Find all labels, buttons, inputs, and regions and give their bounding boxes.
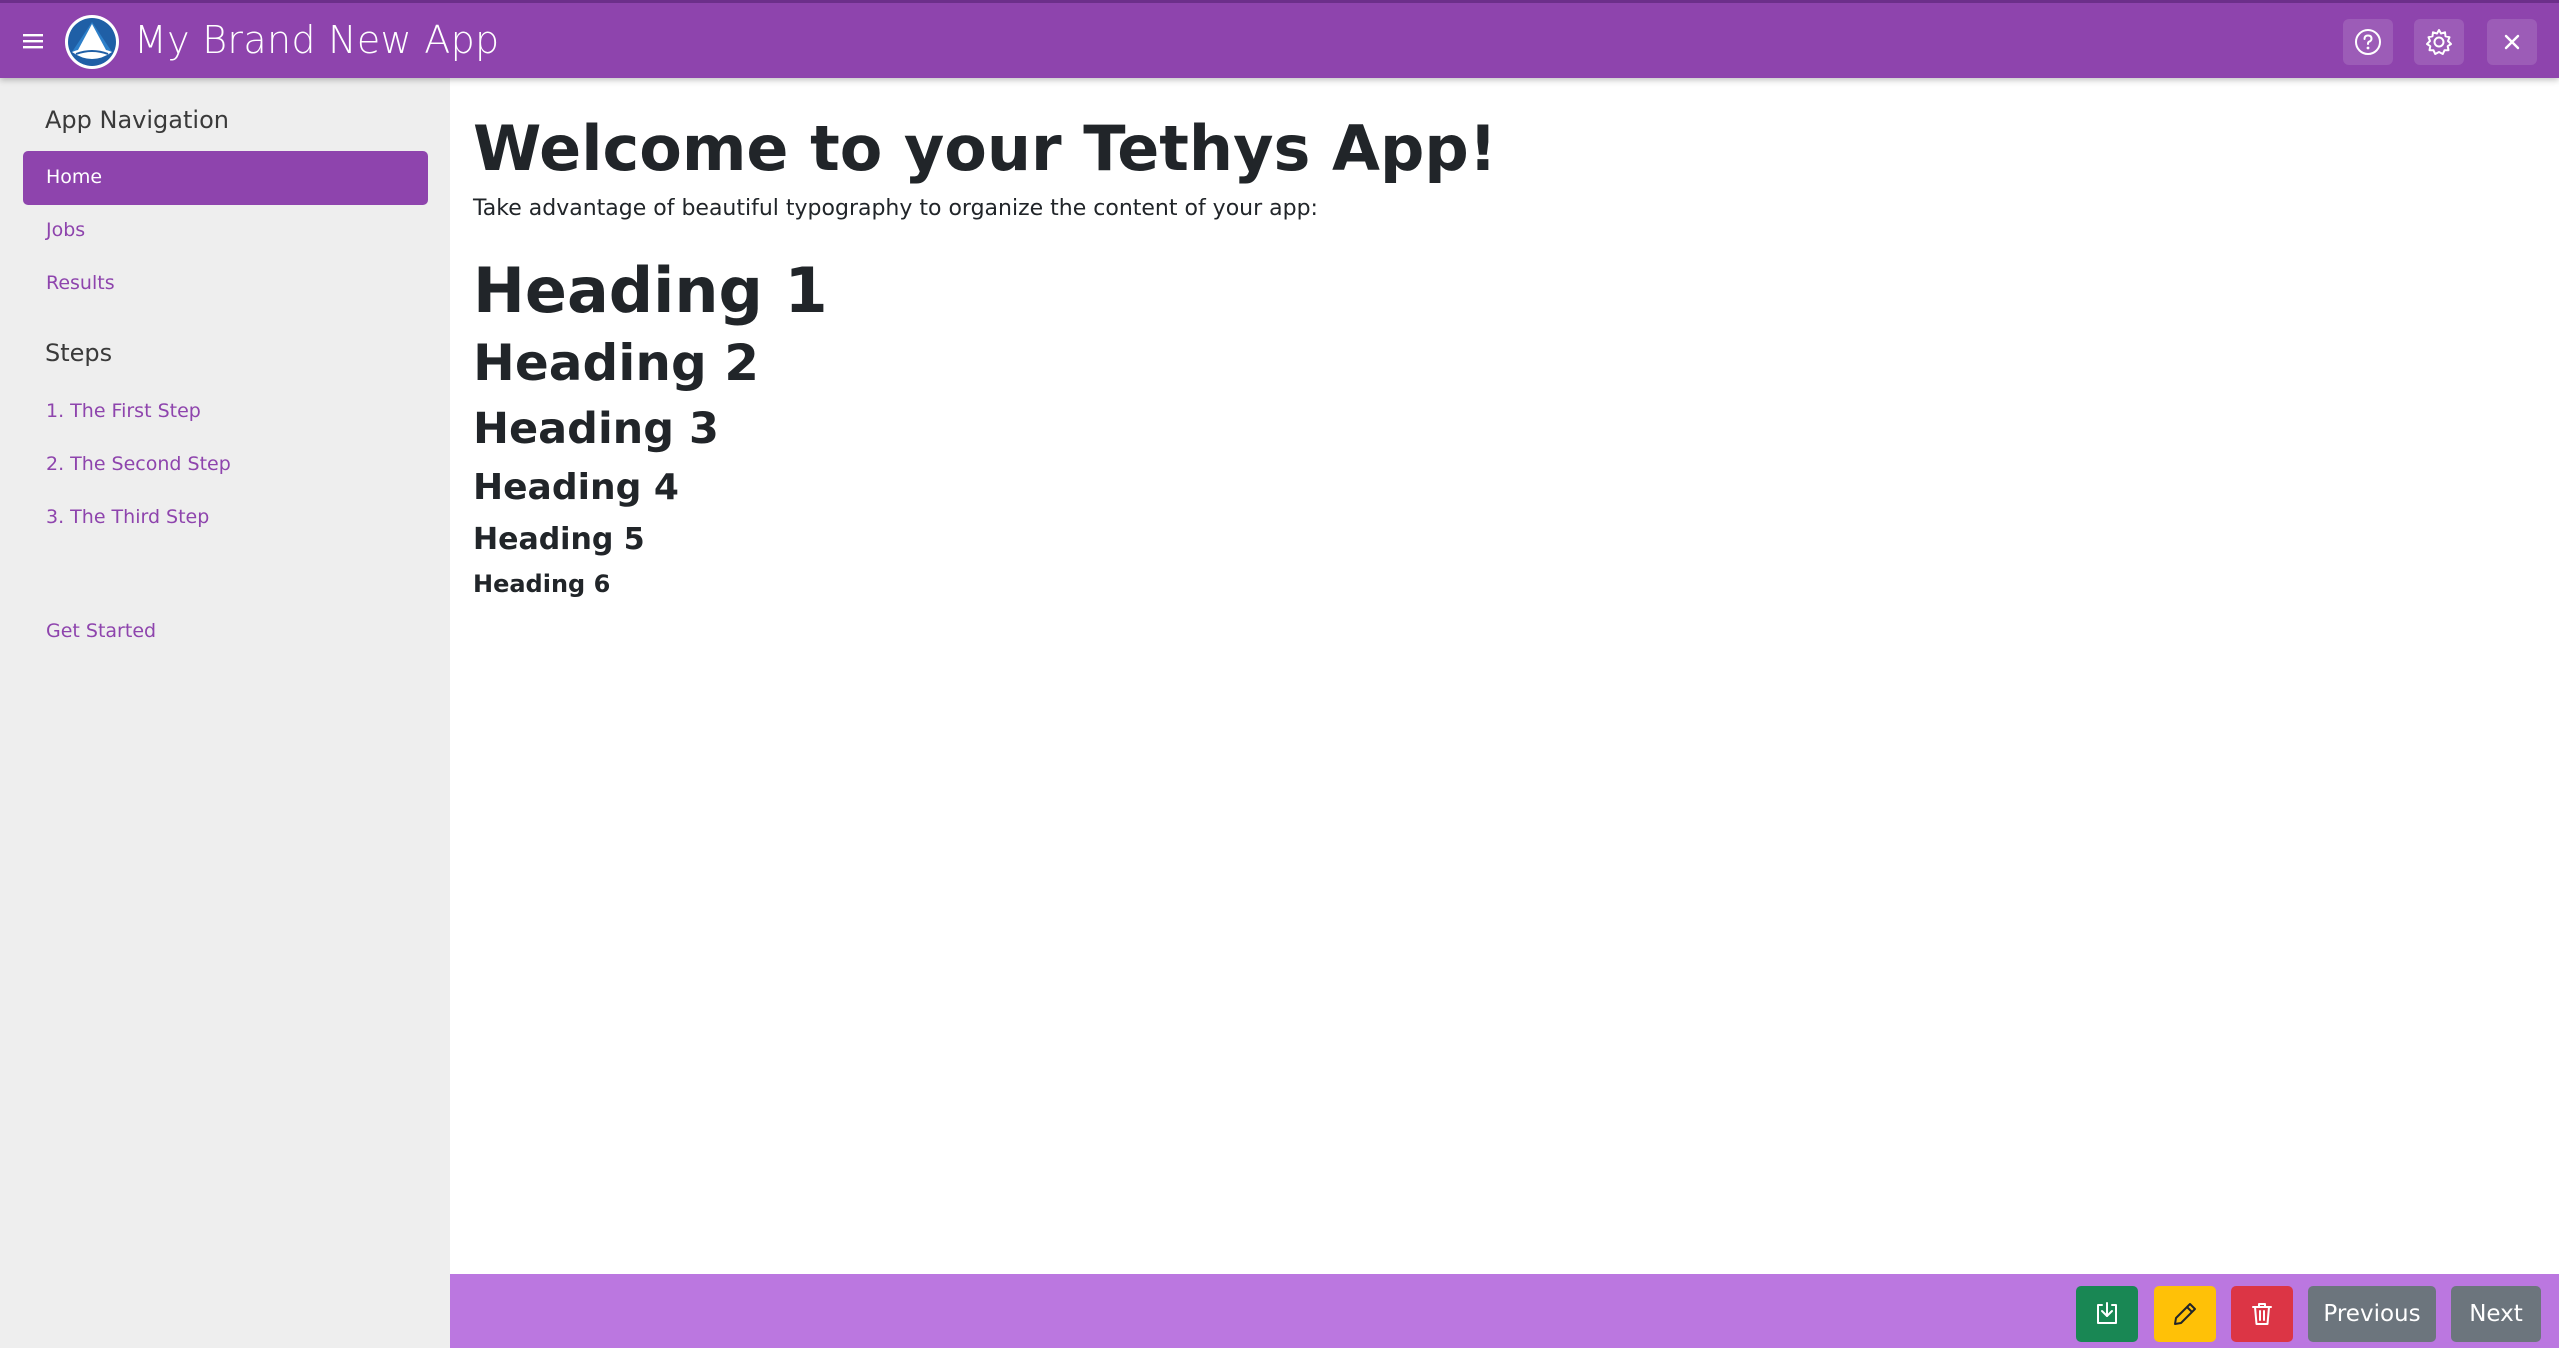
nav-header: App Navigation (45, 106, 229, 134)
previous-button[interactable]: Previous (2308, 1286, 2436, 1342)
sidebar-item-jobs[interactable]: Jobs (46, 219, 85, 241)
download-icon (2097, 1302, 2117, 1324)
heading-5: Heading 5 (473, 522, 645, 557)
trash-icon (2252, 1303, 2272, 1325)
delete-button[interactable] (2231, 1286, 2293, 1342)
steps-header: Steps (45, 339, 113, 367)
pencil-icon (2174, 1303, 2196, 1325)
heading-6: Heading 6 (473, 570, 611, 598)
app-navigation-sidebar: App Navigation Home Jobs Results Steps 1… (0, 78, 450, 1348)
sidebar-item-label: Home (46, 166, 103, 188)
settings-icon (2426, 29, 2452, 55)
settings-button[interactable] (2414, 19, 2464, 65)
menu-toggle-button[interactable] (18, 23, 48, 59)
download-button[interactable] (2076, 1286, 2138, 1342)
heading-2: Heading 2 (473, 334, 760, 392)
close-icon (2504, 34, 2520, 50)
sidebar-item-step-1[interactable]: 1. The First Step (46, 400, 201, 422)
heading-4: Heading 4 (473, 467, 679, 508)
sidebar-item-step-3[interactable]: 3. The Third Step (46, 506, 209, 528)
menu-icon (23, 34, 43, 49)
app-title: My Brand New App (134, 18, 500, 62)
next-button[interactable]: Next (2451, 1286, 2541, 1342)
sidebar-item-home[interactable]: Home (23, 151, 428, 205)
sidebar-item-get-started[interactable]: Get Started (46, 620, 156, 642)
heading-3: Heading 3 (473, 404, 719, 454)
heading-1: Heading 1 (473, 254, 828, 327)
close-button[interactable] (2487, 19, 2537, 65)
app-header: My Brand New App (0, 0, 2559, 78)
app-logo[interactable] (64, 14, 120, 70)
edit-button[interactable] (2154, 1286, 2216, 1342)
app-actions-footer: Previous Next (450, 1274, 2559, 1348)
help-button[interactable] (2343, 19, 2393, 65)
sidebar-item-results[interactable]: Results (46, 272, 115, 294)
sidebar-item-step-2[interactable]: 2. The Second Step (46, 453, 231, 475)
lead-text: Take advantage of beautiful typography t… (473, 196, 1318, 221)
page-title: Welcome to your Tethys App! (473, 112, 1497, 185)
help-icon (2355, 29, 2381, 55)
